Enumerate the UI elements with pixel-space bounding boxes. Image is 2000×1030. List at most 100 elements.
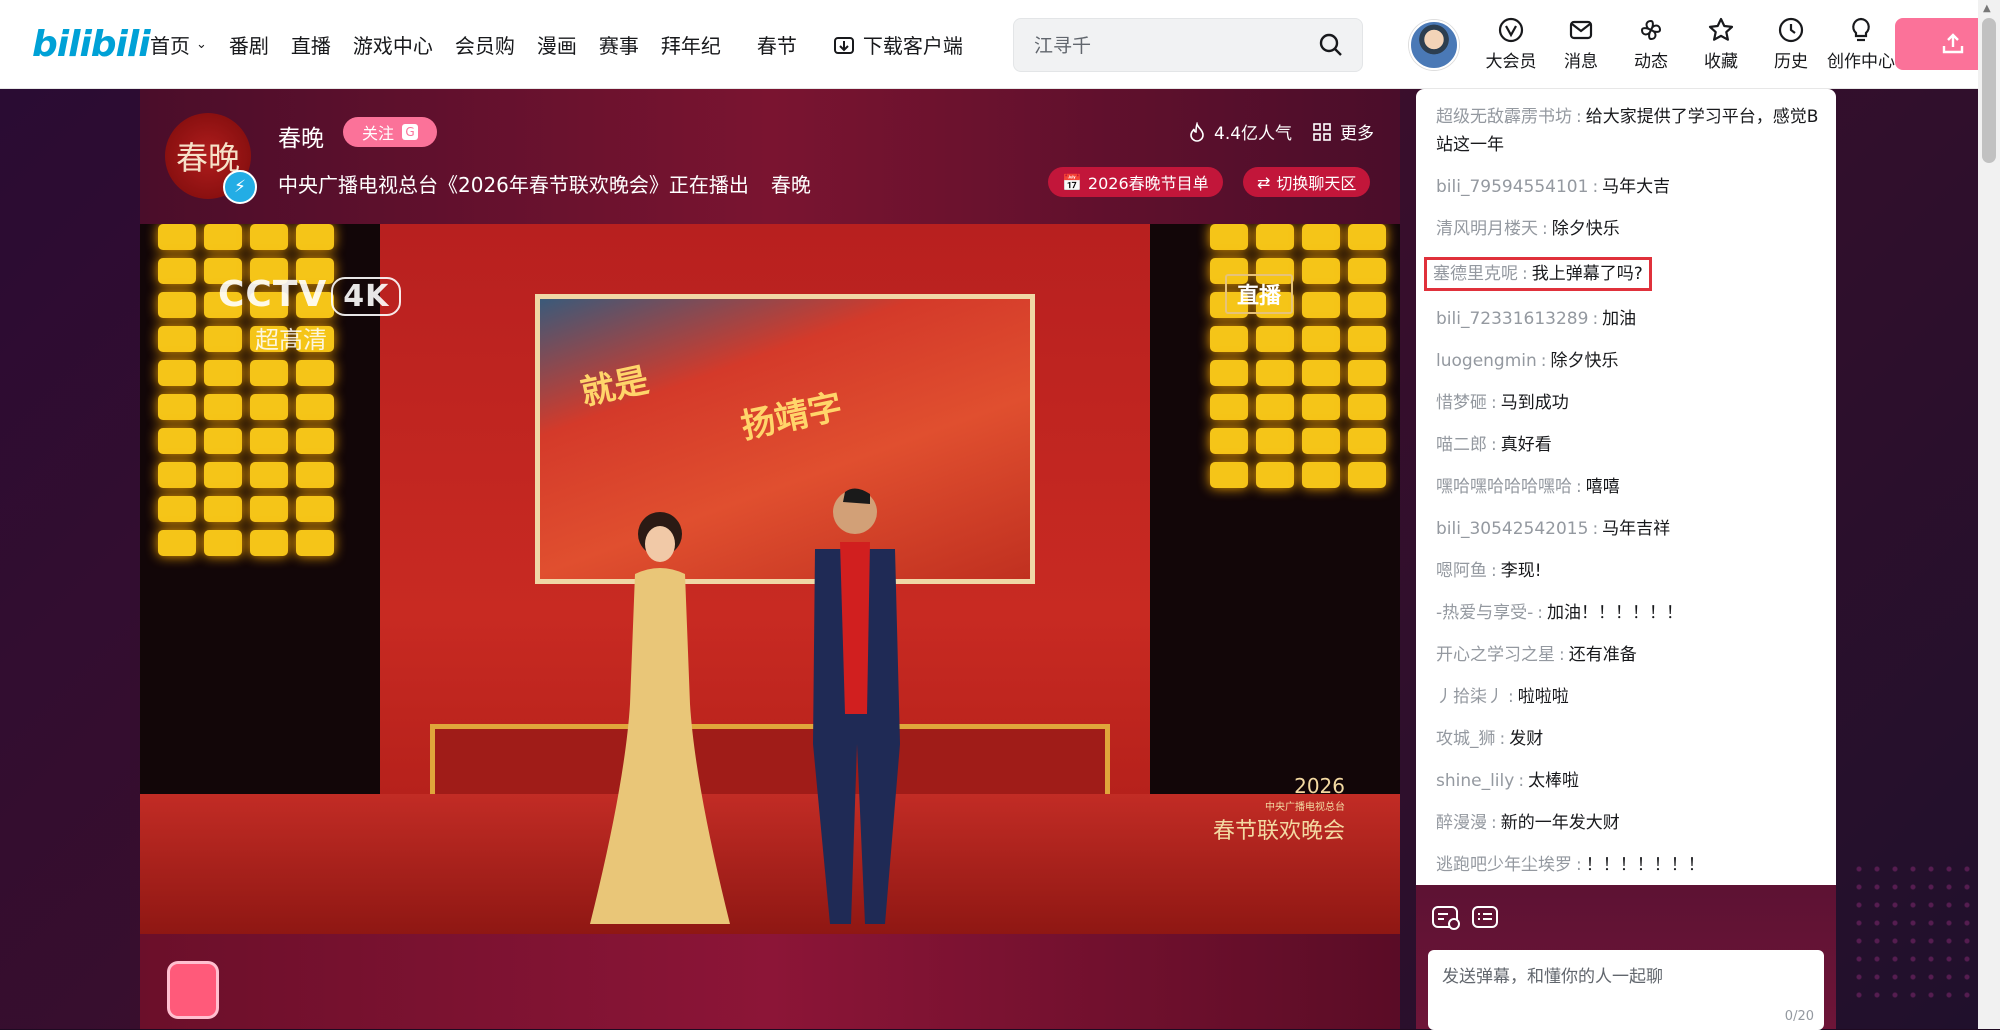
- follow-button[interactable]: 关注 G: [343, 117, 437, 147]
- nav-new-year-gala[interactable]: 拜年纪: [661, 30, 721, 59]
- chat-message-body: luogengmin: 除夕快乐: [1436, 347, 1831, 375]
- chat-message-list[interactable]: 超级无敌霹雳书坊: 给大家提供了学习平台，感觉B站这一年 bili_79594554…: [1424, 103, 1831, 885]
- chat-username[interactable]: 嗯阿鱼: [1436, 561, 1487, 581]
- program-list-label: 2026春晚节目单: [1087, 174, 1209, 193]
- chat-username[interactable]: 逃跑吧少年尘埃罗: [1436, 855, 1572, 875]
- chat-username[interactable]: 丿拾柒丿: [1436, 687, 1504, 707]
- chat-text: 马年吉祥: [1602, 519, 1671, 539]
- chat-separator: :: [1542, 219, 1548, 239]
- chat-text: 马年大吉: [1602, 177, 1671, 197]
- chat-username[interactable]: 嘿哈嘿哈哈哈嘿哈: [1436, 477, 1572, 497]
- chat-message-body: 喵二郎: 真好看: [1436, 431, 1831, 459]
- danmaku-input[interactable]: [1440, 960, 1804, 1014]
- chat-username[interactable]: 醉漫漫: [1436, 813, 1487, 833]
- nav-esports[interactable]: 赛事: [599, 30, 639, 59]
- chat-separator: :: [1508, 687, 1514, 707]
- gala-org: 中央广播电视总台: [1265, 802, 1345, 813]
- lightbulb-icon: [1852, 17, 1870, 42]
- chat-username[interactable]: 惜梦砸: [1436, 393, 1487, 413]
- chat-username[interactable]: -热爱与享受-: [1436, 603, 1533, 623]
- chat-message: shine_lily: 太棒啦: [1436, 767, 1831, 795]
- chat-username[interactable]: 喵二郎: [1436, 435, 1487, 455]
- chat-username[interactable]: shine_lily: [1436, 771, 1514, 791]
- host-name[interactable]: 春晚: [278, 119, 324, 153]
- chat-message-body: 醉漫漫: 新的一年发大财: [1436, 809, 1831, 837]
- chat-username[interactable]: 超级无敌霹雳书坊: [1436, 107, 1572, 127]
- bilibili-logo[interactable]: bilibili: [32, 24, 151, 65]
- vip-link[interactable]: 大会员: [1476, 16, 1546, 72]
- chat-text: 我上弹幕了吗?: [1531, 264, 1643, 284]
- nav-game-center[interactable]: 游戏中心: [353, 30, 433, 59]
- chat-username[interactable]: 塞德里克呢: [1433, 264, 1518, 284]
- creator-center-link[interactable]: 创作中心: [1826, 16, 1896, 72]
- chat-separator: :: [1522, 264, 1528, 284]
- chat-separator: :: [1491, 813, 1497, 833]
- nav-download-client[interactable]: 下载客户端: [833, 30, 963, 59]
- dynamics-link[interactable]: 动态: [1616, 16, 1686, 72]
- chat-username[interactable]: 开心之学习之星: [1436, 645, 1555, 665]
- chat-username[interactable]: bili_72331613289: [1436, 309, 1588, 329]
- stream-area-tag[interactable]: 春晚: [771, 173, 811, 197]
- chat-username[interactable]: luogengmin: [1436, 351, 1537, 371]
- main-nav: 首页 ⌄ 番剧 直播 游戏中心 会员购 漫画 赛事 拜年纪 春节 下载客户端: [150, 30, 985, 59]
- nav-spring-festival[interactable]: 春节: [757, 30, 797, 59]
- download-icon: [833, 36, 854, 54]
- video-frame[interactable]: 就是 扬靖字 CCTV 4K 超高清 直播 2026 中央广播电视总台 春节联欢晚…: [140, 224, 1400, 934]
- chat-message: 嗯阿鱼: 李现!: [1436, 557, 1831, 585]
- user-avatar[interactable]: [1409, 20, 1459, 70]
- channel-logo: CCTV 4K: [218, 274, 402, 316]
- background-pattern: [1850, 860, 1970, 1010]
- nav-mall[interactable]: 会员购: [455, 30, 515, 59]
- red-packet-icon[interactable]: [170, 964, 216, 1016]
- switch-arrows-icon: ⇄: [1257, 172, 1271, 192]
- nav-home[interactable]: 首页 ⌄: [150, 30, 207, 59]
- chat-message: 喵二郎: 真好看: [1436, 431, 1831, 459]
- chat-message-body: 逃跑吧少年尘埃罗:！！！！！！！: [1436, 851, 1831, 879]
- chat-message-body: 超级无敌霹雳书坊: 给大家提供了学习平台，感觉B站这一年: [1436, 103, 1831, 159]
- channel-name: CCTV: [218, 274, 328, 315]
- live-player: 春晚 ⚡ 春晚 关注 G 中央广播电视总台《2026年春节联欢晚会》正在播出 春晚…: [140, 89, 1400, 1029]
- program-list-button[interactable]: 📅 2026春晚节目单: [1048, 167, 1223, 197]
- chat-text: 除夕快乐: [1550, 351, 1619, 371]
- chat-text: 除夕快乐: [1551, 219, 1620, 239]
- search-input[interactable]: [1032, 32, 1306, 60]
- chat-message: bili_30542542015: 马年吉祥: [1436, 515, 1831, 543]
- search-icon[interactable]: [1318, 32, 1344, 58]
- chat-message: 开心之学习之星: 还有准备: [1436, 641, 1831, 669]
- chat-username[interactable]: bili_30542542015: [1436, 519, 1588, 539]
- follow-badge: G: [402, 124, 418, 140]
- scrollbar-thumb[interactable]: [1982, 18, 1996, 163]
- gala-logo: 2026 中央广播电视总台 春节联欢晚会: [1185, 774, 1345, 845]
- more-label: 更多: [1340, 124, 1374, 144]
- switch-chat-button[interactable]: ⇄ 切换聊天区: [1243, 167, 1371, 197]
- chat-text: 真好看: [1500, 435, 1552, 455]
- chat-message: bili_72331613289: 加油: [1436, 305, 1831, 333]
- nav-live[interactable]: 直播: [291, 30, 331, 59]
- nav-anime[interactable]: 番剧: [229, 30, 269, 59]
- favorites-link[interactable]: 收藏: [1686, 16, 1756, 72]
- highlighted-chat-message: 塞德里克呢: 我上弹幕了吗?: [1424, 257, 1652, 291]
- channel-subtitle: 超高清: [255, 326, 327, 354]
- top-navbar: bilibili 首页 ⌄ 番剧 直播 游戏中心 会员购 漫画 赛事 拜年纪 春…: [0, 0, 2000, 89]
- danmaku-list-icon[interactable]: [1470, 903, 1500, 931]
- download-label: 下载客户端: [862, 34, 963, 58]
- chat-separator: :: [1592, 177, 1599, 197]
- more-button[interactable]: 更多: [1312, 119, 1374, 144]
- chat-message-body: 嗯阿鱼: 李现!: [1436, 557, 1831, 585]
- chat-input-area: 0/20: [1416, 885, 1836, 1030]
- chat-message: 塞德里克呢: 我上弹幕了吗?: [1424, 257, 1831, 305]
- messages-label: 消息: [1564, 52, 1598, 72]
- stream-title: 中央广播电视总台《2026年春节联欢晚会》正在播出 春晚: [278, 169, 811, 198]
- messages-link[interactable]: 消息: [1546, 16, 1616, 72]
- chat-message-body: bili_72331613289: 加油: [1436, 305, 1831, 333]
- history-link[interactable]: 历史: [1756, 16, 1826, 72]
- calendar-icon: 📅: [1062, 172, 1082, 192]
- flag-text-center: 扬靖字: [737, 386, 846, 448]
- chat-username[interactable]: bili_79594554101: [1436, 177, 1588, 197]
- history-label: 历史: [1774, 52, 1808, 72]
- nav-manga[interactable]: 漫画: [537, 30, 577, 59]
- danmaku-settings-icon[interactable]: [1430, 903, 1462, 931]
- chat-username[interactable]: 清风明月楼天: [1436, 219, 1538, 239]
- chat-username[interactable]: 攻城_狮: [1436, 729, 1496, 749]
- scroll-up-arrow-icon[interactable]: ▲: [1983, 3, 1991, 14]
